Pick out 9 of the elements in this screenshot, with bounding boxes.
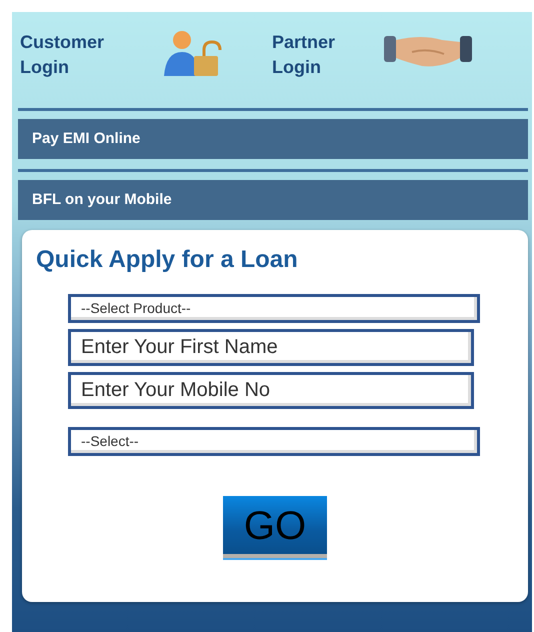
menu-link[interactable]: BFL on your Mobile — [18, 180, 528, 220]
form-title: Quick Apply for a Loan — [36, 245, 299, 275]
input-field[interactable]: Enter Your Mobile No — [68, 372, 474, 409]
input-field[interactable]: Enter Your First Name — [68, 329, 474, 366]
login-link[interactable]: Partner Login — [272, 30, 382, 80]
menu-link[interactable]: Pay EMI Online — [18, 119, 528, 159]
login-link[interactable]: Customer Login — [20, 30, 160, 80]
select-field[interactable]: --Select-- — [68, 427, 480, 456]
select-field[interactable]: --Select Product-- — [68, 294, 480, 323]
